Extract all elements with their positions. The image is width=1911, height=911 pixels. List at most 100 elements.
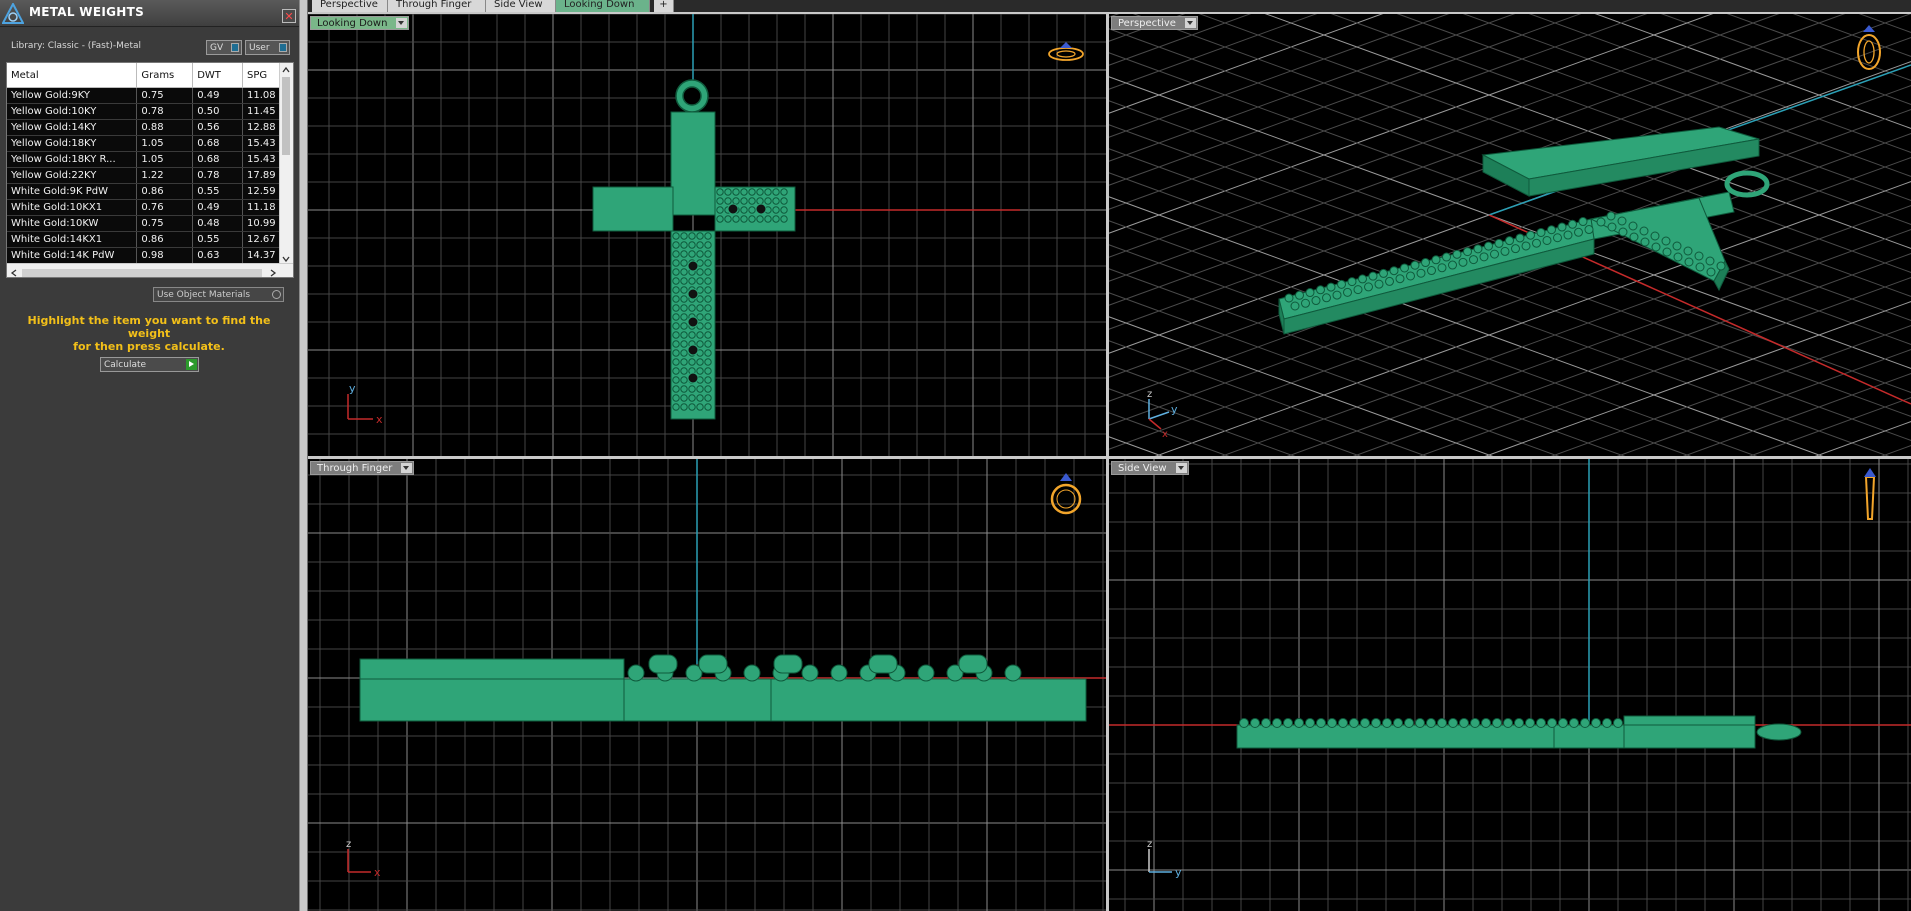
chevron-down-icon: [1175, 463, 1187, 473]
table-row[interactable]: Yellow Gold:9KY 0.75 0.49 11.08: [7, 87, 282, 104]
table-row[interactable]: Yellow Gold:22KY 1.22 0.78 17.89: [7, 167, 282, 184]
toggle-knob-icon: [231, 43, 239, 52]
axis-label-x: x: [1162, 429, 1168, 440]
table-cell: 12.88: [242, 119, 282, 136]
calculate-button[interactable]: Calculate: [100, 357, 199, 372]
horizontal-scrollbar[interactable]: [7, 263, 293, 277]
column-header[interactable]: Metal: [7, 63, 138, 88]
instruction-text: Highlight the item you want to find the …: [14, 314, 284, 353]
table-cell: 12.59: [242, 183, 282, 200]
table-row[interactable]: Yellow Gold:14KY 0.88 0.56 12.88: [7, 119, 282, 136]
axis-triad: y x: [347, 382, 383, 426]
use-object-materials-label: Use Object Materials: [157, 290, 251, 300]
column-header[interactable]: DWT: [192, 63, 244, 88]
table-cell: 0.98: [136, 247, 194, 264]
instruction-line-1: Highlight the item you want to find the …: [27, 314, 271, 340]
column-header[interactable]: Grams: [136, 63, 194, 88]
axis-triad: z y x: [1147, 389, 1178, 440]
metal-weights-table: Metal Grams DWT SPG Yellow Gold:9KY 0.75 0.49…: [6, 62, 294, 278]
table-row[interactable]: Yellow Gold:18KY 1.05 0.68 15.43: [7, 135, 282, 152]
table-cell: 15.43: [242, 151, 282, 168]
table-row[interactable]: Yellow Gold:10KY 0.78 0.50 11.45: [7, 103, 282, 120]
plus-icon[interactable]: +: [654, 0, 674, 12]
library-label: Library: Classic - (Fast)-Metal: [11, 41, 142, 51]
table-cell: 1.05: [136, 135, 194, 152]
viewport-splitter-horizontal[interactable]: [308, 456, 1911, 459]
table-cell: 0.63: [192, 247, 244, 264]
tab-looking-down[interactable]: Looking Down: [556, 0, 650, 12]
stone-settings: [672, 188, 788, 411]
table-cell: 1.22: [136, 167, 194, 184]
table-cell: Yellow Gold:9KY: [7, 87, 138, 104]
viewport-perspective[interactable]: z y x Perspective: [1109, 14, 1911, 456]
table-row[interactable]: Yellow Gold:18KY R... 1.05 0.68 15.43: [7, 151, 282, 168]
tab-label: Through Finger: [396, 0, 472, 10]
close-icon[interactable]: ✕: [282, 9, 296, 23]
use-object-materials-checkbox[interactable]: Use Object Materials: [153, 287, 284, 302]
panel-splitter[interactable]: [299, 0, 308, 911]
axis-label-z: z: [1147, 839, 1152, 850]
axis-label-y: y: [1171, 403, 1178, 416]
chevron-down-icon: [1184, 18, 1196, 28]
table-cell: 0.55: [192, 231, 244, 248]
gv-toggle[interactable]: GV: [206, 40, 242, 55]
stone-settings: [627, 654, 1022, 682]
viewport-label-looking-down[interactable]: Looking Down: [310, 16, 410, 30]
viewport-label-text: Looking Down: [317, 18, 388, 29]
axis-label-z: z: [1147, 389, 1152, 400]
gv-toggle-label: GV: [210, 43, 224, 53]
tab-through-finger[interactable]: Through Finger: [388, 0, 486, 12]
table-cell: 15.43: [242, 135, 282, 152]
table-cell: Yellow Gold:18KY R...: [7, 151, 138, 168]
panel-title: METAL WEIGHTS: [29, 5, 145, 19]
cross-pendant-model: [359, 654, 1087, 722]
viewport-tabs: Perspective Through Finger Side View Loo…: [308, 0, 1911, 14]
user-toggle[interactable]: User: [245, 40, 290, 55]
ring-top-icon[interactable]: [1048, 42, 1084, 61]
table-cell: 0.76: [136, 199, 194, 216]
vertical-scrollbar[interactable]: [279, 63, 293, 266]
chevron-down-icon: [396, 18, 408, 28]
stone-settings: [1239, 718, 1623, 728]
tab-side-view[interactable]: Side View: [486, 0, 556, 12]
table-row[interactable]: White Gold:14K PdW 0.98 0.63 14.37: [7, 247, 282, 264]
table-cell: 0.56: [192, 119, 244, 136]
axis-label-z: z: [346, 839, 351, 850]
table-cell: 0.86: [136, 183, 194, 200]
ring-front-icon[interactable]: [1050, 473, 1082, 515]
viewport-label-perspective[interactable]: Perspective: [1111, 16, 1198, 30]
table-cell: 12.67: [242, 231, 282, 248]
table-row[interactable]: White Gold:14KX1 0.86 0.55 12.67: [7, 231, 282, 248]
table-cell: 0.49: [192, 87, 244, 104]
table-cell: 0.75: [136, 215, 194, 232]
scrollbar-arrows-icon: [10, 269, 277, 277]
table-row[interactable]: White Gold:10KX1 0.76 0.49 11.18: [7, 199, 282, 216]
table-cell: 14.37: [242, 247, 282, 264]
panel-header: METAL WEIGHTS ✕: [0, 0, 299, 27]
tab-label: Side View: [494, 0, 543, 10]
viewport-side-view[interactable]: z y Side View: [1109, 459, 1911, 911]
play-arrow-icon: [186, 359, 197, 370]
instruction-line-2: for then press calculate.: [73, 340, 225, 353]
viewport-looking-down[interactable]: y x Looking Down: [308, 14, 1106, 456]
column-header[interactable]: SPG: [242, 63, 282, 88]
table-cell: 1.05: [136, 151, 194, 168]
viewport-splitter-vertical[interactable]: [1106, 12, 1109, 911]
viewport-through-finger[interactable]: z x Through Finger: [308, 459, 1106, 911]
viewport-label-through-finger[interactable]: Through Finger: [310, 461, 415, 475]
table-cell: 10.99: [242, 215, 282, 232]
table-cell: White Gold:9K PdW: [7, 183, 138, 200]
tab-perspective[interactable]: Perspective: [312, 0, 388, 12]
viewport-label-text: Side View: [1118, 463, 1167, 474]
table-cell: Yellow Gold:14KY: [7, 119, 138, 136]
table-cell: Yellow Gold:18KY: [7, 135, 138, 152]
table-cell: 0.55: [192, 183, 244, 200]
table-row[interactable]: White Gold:9K PdW 0.86 0.55 12.59: [7, 183, 282, 200]
user-toggle-label: User: [249, 43, 270, 53]
table-cell: 0.88: [136, 119, 194, 136]
toggle-knob-icon: [279, 43, 287, 52]
table-cell: Yellow Gold:22KY: [7, 167, 138, 184]
tab-label: Perspective: [320, 0, 378, 10]
table-row[interactable]: White Gold:10KW 0.75 0.48 10.99: [7, 215, 282, 232]
viewport-label-side-view[interactable]: Side View: [1111, 461, 1189, 475]
